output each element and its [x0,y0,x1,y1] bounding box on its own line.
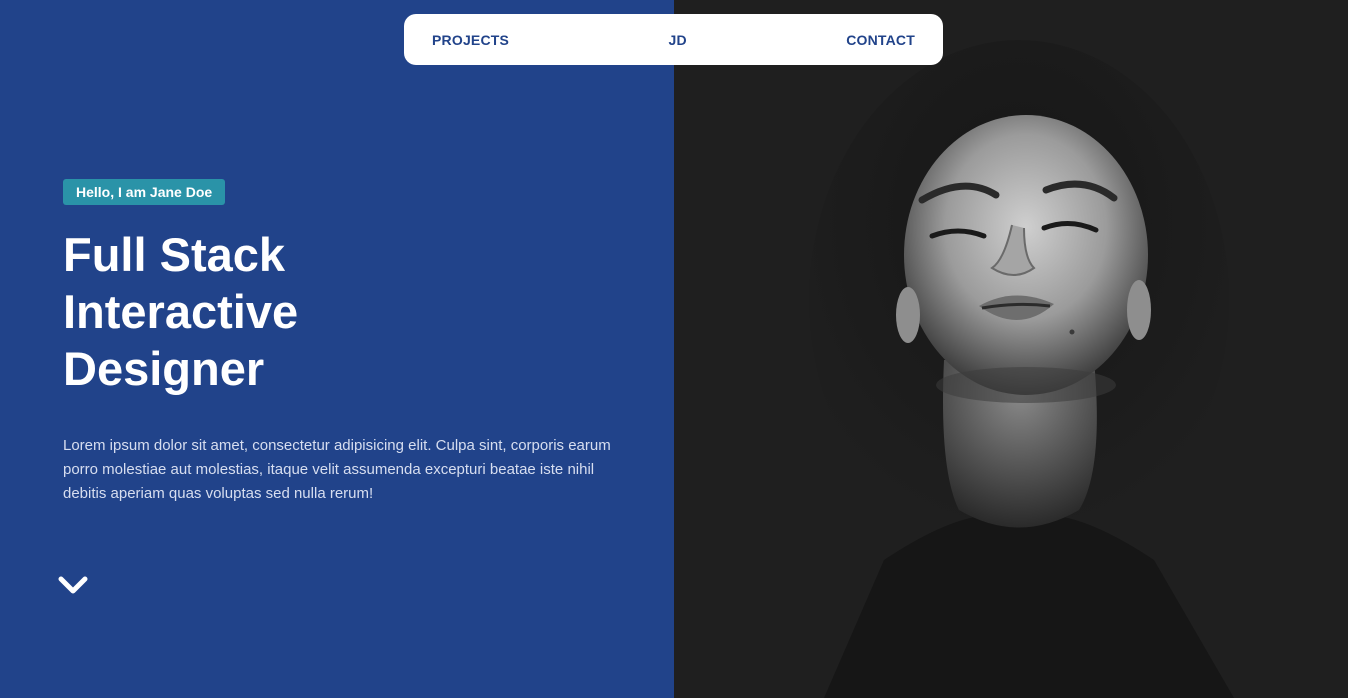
portrait-panel [674,0,1348,698]
hero-title: Full Stack Interactive Designer [63,226,463,397]
scroll-down-button[interactable] [56,572,90,600]
hero-title-line: Full Stack [63,228,286,281]
nav-contact-link[interactable]: CONTACT [846,32,915,48]
hero-title-line: Interactive [63,285,299,338]
page: Hello, I am Jane Doe Full Stack Interact… [0,0,1348,698]
top-navigation: PROJECTS JD CONTACT [404,14,943,65]
hero-description: Lorem ipsum dolor sit amet, consectetur … [63,437,611,502]
portrait-photo [809,40,1234,698]
hero-title-line: Designer [63,342,265,395]
greeting-badge: Hello, I am Jane Doe [63,179,226,205]
nav-logo-link[interactable]: JD [668,32,686,48]
nav-projects-link[interactable]: PROJECTS [432,32,509,48]
hero-text-panel: Hello, I am Jane Doe Full Stack Interact… [0,0,674,698]
chevron-down-icon [58,576,88,594]
